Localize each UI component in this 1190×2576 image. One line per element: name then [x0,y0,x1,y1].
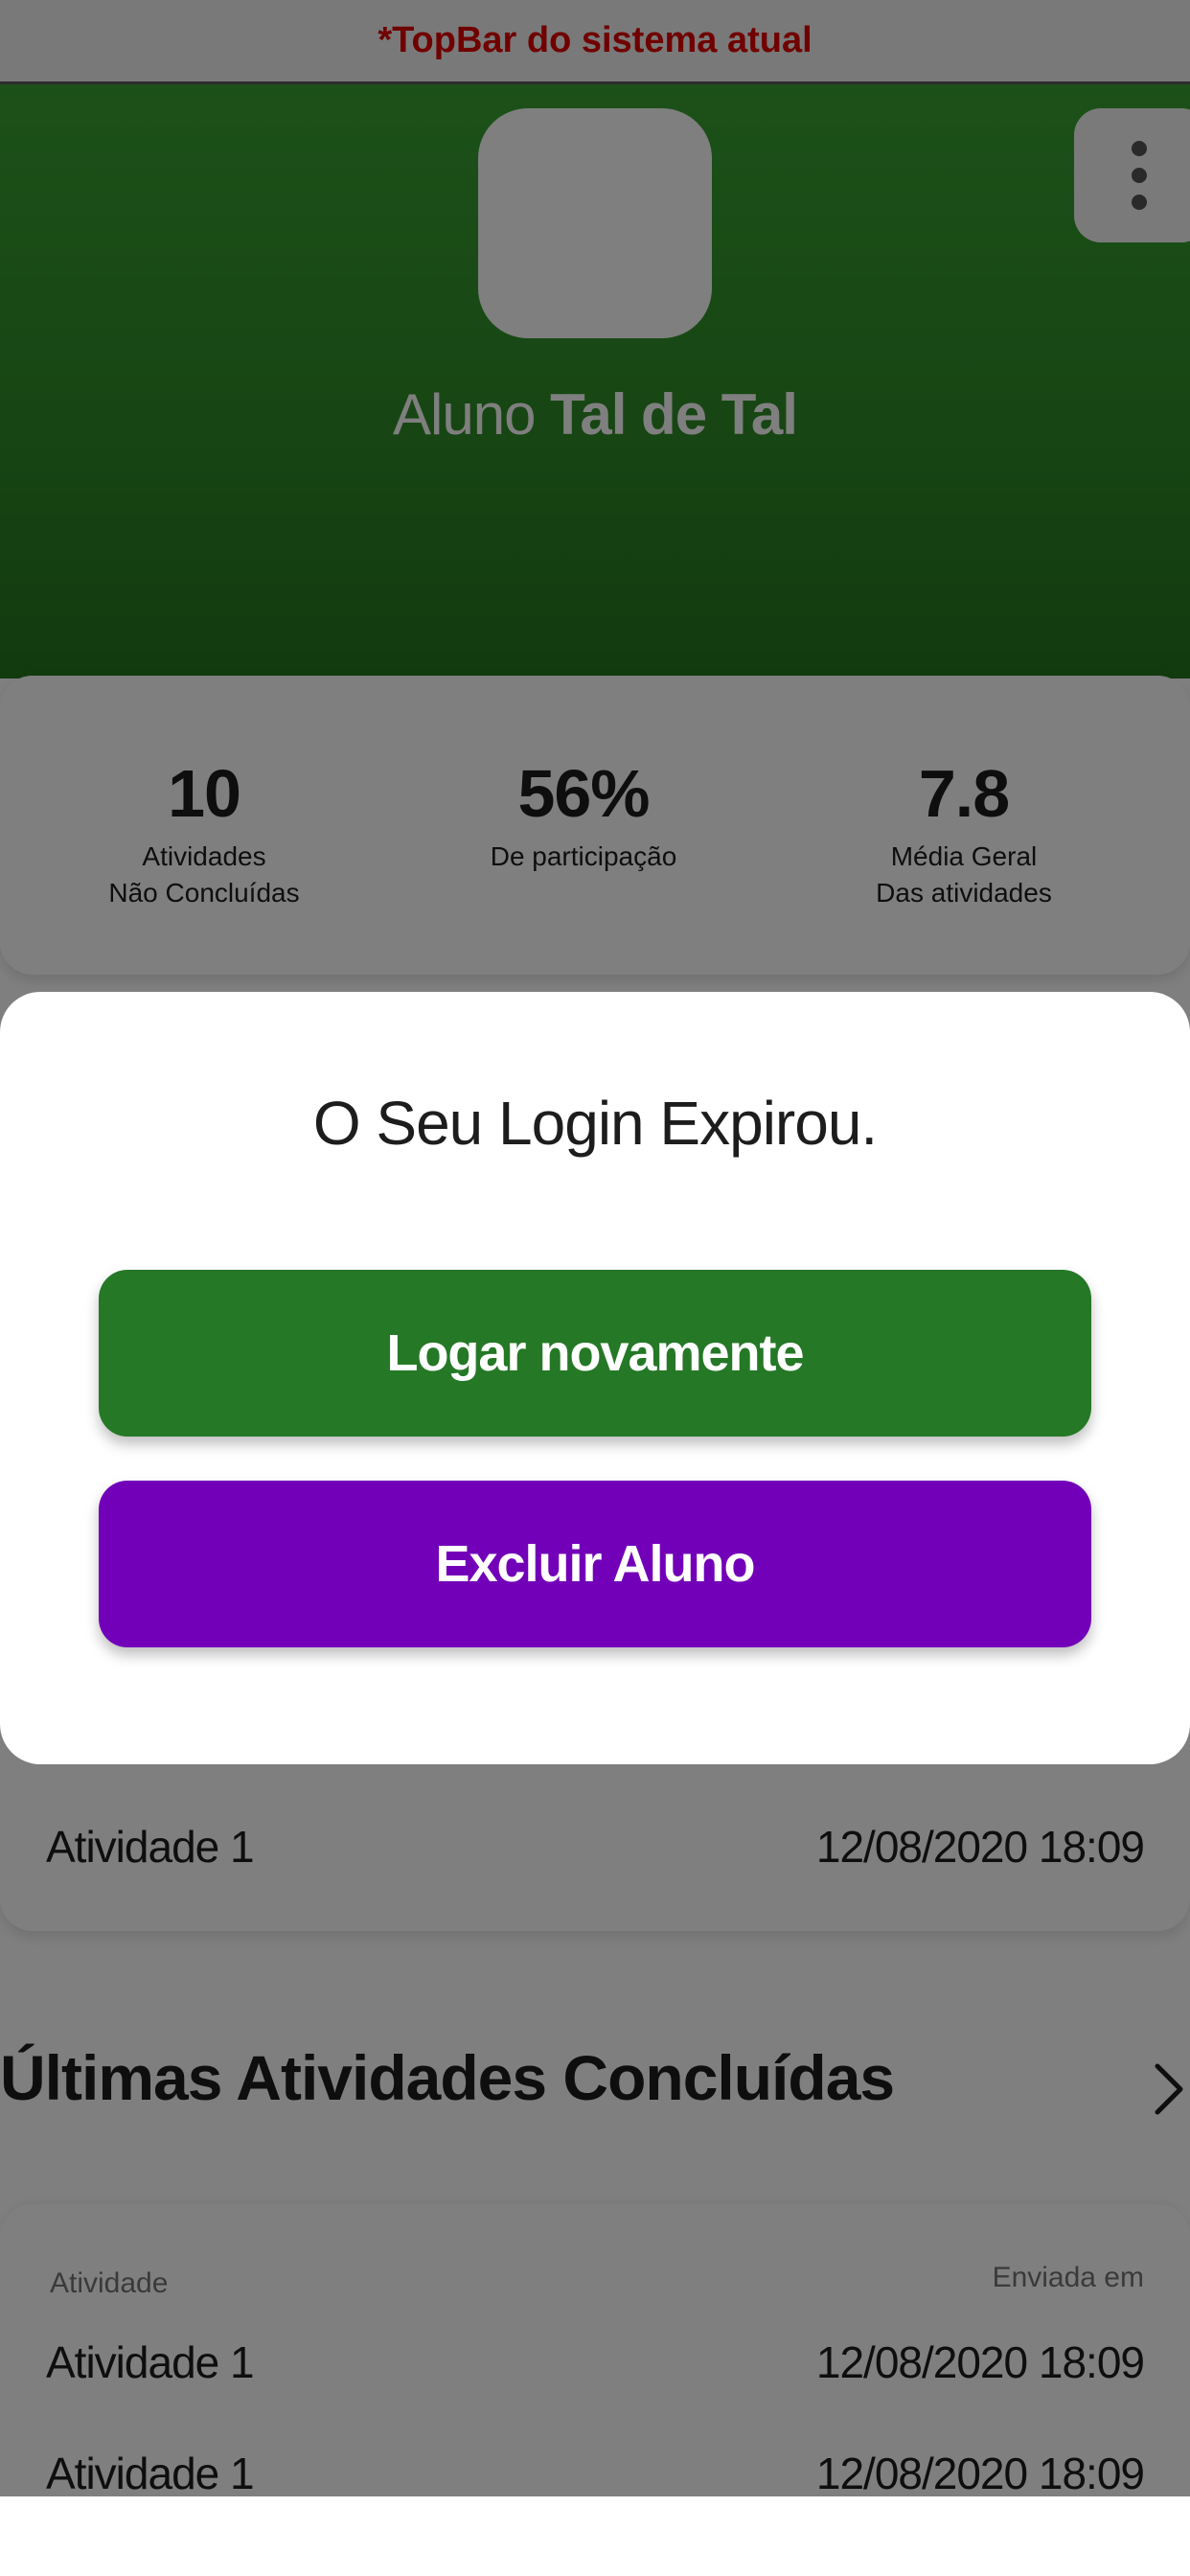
login-again-button[interactable]: Logar novamente [99,1270,1091,1437]
delete-student-button[interactable]: Excluir Aluno [99,1481,1091,1647]
login-expired-modal: O Seu Login Expirou. Logar novamente Exc… [0,992,1190,1764]
modal-title: O Seu Login Expirou. [312,1089,878,1158]
